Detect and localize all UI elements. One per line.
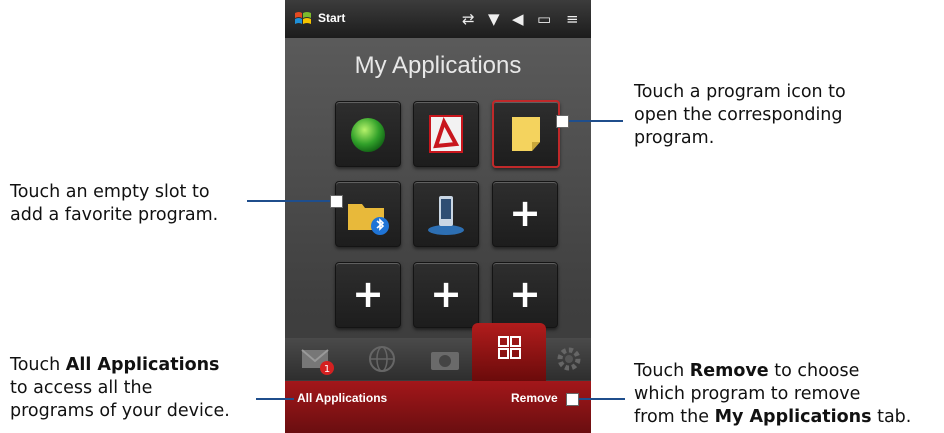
plus-icon: + xyxy=(352,272,384,316)
phone-sync-icon xyxy=(428,196,464,235)
callout-line: Touch a program icon to xyxy=(634,82,846,102)
app-slot[interactable] xyxy=(335,181,401,247)
callout-program-icon: Touch a program icon to open the corresp… xyxy=(634,81,846,150)
status-bar: Start ⇄ ▼ ◀ ▭ ≡ xyxy=(285,0,591,38)
windows-flag-icon[interactable] xyxy=(294,10,312,28)
connector-marker xyxy=(566,393,579,406)
page-title: My Applications xyxy=(354,52,522,79)
callout-line: which program to remove xyxy=(634,384,861,404)
callout-line: Touch All Applications xyxy=(10,355,220,375)
callout-empty-slot: Touch an empty slot to add a favorite pr… xyxy=(10,181,218,227)
phone-screen: Start ⇄ ▼ ◀ ▭ ≡ My Applications + + + + … xyxy=(285,0,591,433)
connector-line xyxy=(256,398,294,400)
plus-icon: + xyxy=(509,272,541,316)
callout-line: programs of your device. xyxy=(10,401,230,421)
callout-line: program. xyxy=(634,128,715,148)
signal-icon: ▼ xyxy=(488,10,500,28)
bluetooth-folder-icon xyxy=(348,204,389,235)
connector-marker xyxy=(330,195,343,208)
settings-icon[interactable] xyxy=(549,342,589,376)
adobe-reader-icon xyxy=(429,115,463,153)
callout-line: add a favorite program. xyxy=(10,205,219,225)
green-orb-icon xyxy=(351,118,385,152)
plus-icon: + xyxy=(509,191,541,235)
camera-icon[interactable] xyxy=(425,342,465,376)
app-slot[interactable] xyxy=(413,181,479,247)
menu-icon[interactable]: ≡ xyxy=(566,9,579,29)
softkey-bar: All Applications Remove xyxy=(285,381,591,433)
app-slot-selected[interactable] xyxy=(492,100,560,168)
app-slot[interactable] xyxy=(413,101,479,167)
callout-line: Touch Remove to choose xyxy=(634,361,860,381)
empty-slot[interactable]: + xyxy=(492,181,558,247)
remove-softkey[interactable]: Remove xyxy=(511,391,558,405)
sticky-note-icon xyxy=(512,117,540,151)
battery-icon: ▭ xyxy=(537,10,552,28)
connector-line xyxy=(571,398,625,400)
start-label[interactable]: Start xyxy=(318,11,345,25)
callout-line: from the My Applications tab. xyxy=(634,407,912,427)
mail-badge: 1 xyxy=(324,364,330,375)
empty-slot[interactable]: + xyxy=(413,262,479,328)
connector-marker xyxy=(556,115,569,128)
empty-slot[interactable]: + xyxy=(492,262,558,328)
connector-line xyxy=(563,120,623,122)
app-slot[interactable] xyxy=(335,101,401,167)
empty-slot[interactable]: + xyxy=(335,262,401,328)
data-connection-icon: ⇄ xyxy=(462,10,475,28)
callout-line: Touch an empty slot to xyxy=(10,182,210,202)
connector-line xyxy=(247,200,337,202)
mail-icon[interactable]: 1 xyxy=(298,342,338,376)
callout-line: to access all the xyxy=(10,378,153,398)
volume-icon: ◀ xyxy=(512,10,524,28)
callout-line: open the corresponding xyxy=(634,105,843,125)
globe-icon[interactable] xyxy=(362,342,402,376)
callout-remove: Touch Remove to choose which program to … xyxy=(634,360,911,429)
callout-all-applications: Touch All Applications to access all the… xyxy=(10,354,230,423)
all-applications-softkey[interactable]: All Applications xyxy=(297,391,387,405)
plus-icon: + xyxy=(430,272,462,316)
grid-icon[interactable] xyxy=(489,330,529,364)
